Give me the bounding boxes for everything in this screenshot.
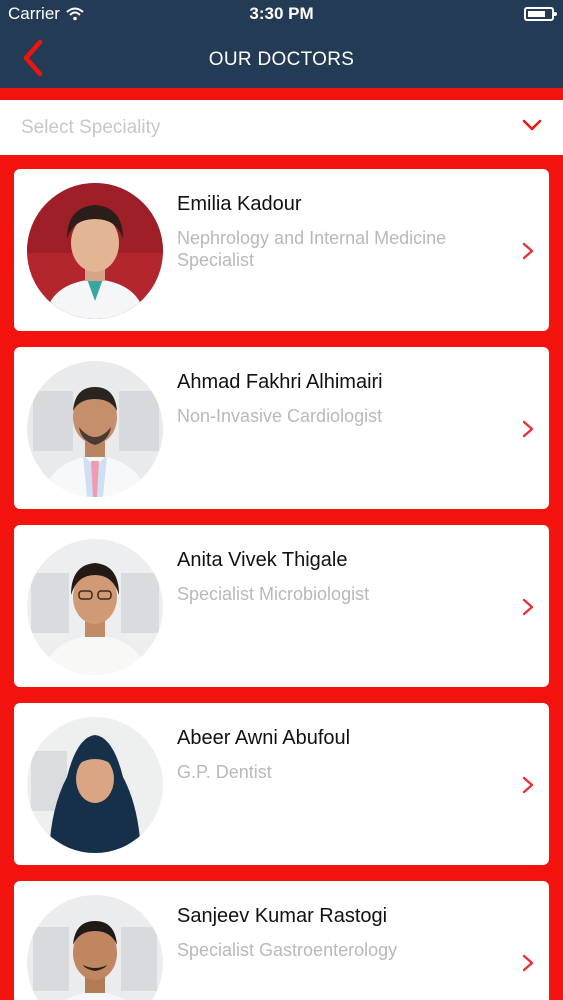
doctor-list: Emilia Kadour Nephrology and Internal Me… — [0, 155, 563, 1000]
doctor-specialty: Non-Invasive Cardiologist — [177, 406, 383, 426]
doctor-card[interactable]: Anita Vivek Thigale Specialist Microbiol… — [14, 525, 549, 687]
doctor-name: Abeer Awni Abufoul — [177, 727, 351, 749]
doctor-card[interactable]: Abeer Awni Abufoul G.P. Dentist — [14, 703, 549, 865]
page-title: OUR DOCTORS — [208, 49, 355, 70]
speciality-select[interactable]: Select Speciality — [0, 100, 563, 155]
doctor-name: Ahmad Fakhri Alhimairi — [177, 371, 383, 393]
battery-icon — [524, 7, 557, 21]
doctor-name: Sanjeev Kumar Rastogi — [177, 905, 388, 927]
doctor-name: Emilia Kadour — [177, 193, 302, 215]
accent-strip — [0, 88, 563, 100]
chevron-right-icon — [522, 242, 534, 260]
doctor-specialty: Specialist Gastroenterology — [177, 940, 398, 960]
doctor-avatar — [27, 183, 163, 319]
doctor-specialty: Specialist Microbiologist — [177, 584, 370, 604]
doctor-specialty: Nephrology and Internal Medicine Special… — [177, 228, 447, 270]
speciality-select-placeholder: Select Speciality — [21, 117, 161, 138]
doctor-avatar — [27, 895, 163, 1000]
doctor-name: Anita Vivek Thigale — [177, 549, 348, 571]
header: Carrier 3:30 PM OUR DOCTORS — [0, 0, 563, 88]
doctor-card[interactable]: Emilia Kadour Nephrology and Internal Me… — [14, 169, 549, 331]
chevron-right-icon — [522, 776, 534, 794]
chevron-right-icon — [522, 598, 534, 616]
chevron-down-icon — [522, 119, 542, 131]
doctor-specialty: G.P. Dentist — [177, 762, 272, 782]
clock: 3:30 PM — [249, 4, 314, 23]
doctor-card[interactable]: Sanjeev Kumar Rastogi Specialist Gastroe… — [14, 881, 549, 1000]
chevron-right-icon — [522, 954, 534, 972]
doctor-avatar — [27, 361, 163, 497]
navigation-bar: OUR DOCTORS — [0, 30, 563, 88]
doctor-avatar — [27, 717, 163, 853]
status-bar: Carrier 3:30 PM — [0, 0, 563, 28]
doctor-card[interactable]: Ahmad Fakhri Alhimairi Non-Invasive Card… — [14, 347, 549, 509]
doctor-avatar — [27, 539, 163, 675]
chevron-right-icon — [522, 420, 534, 438]
